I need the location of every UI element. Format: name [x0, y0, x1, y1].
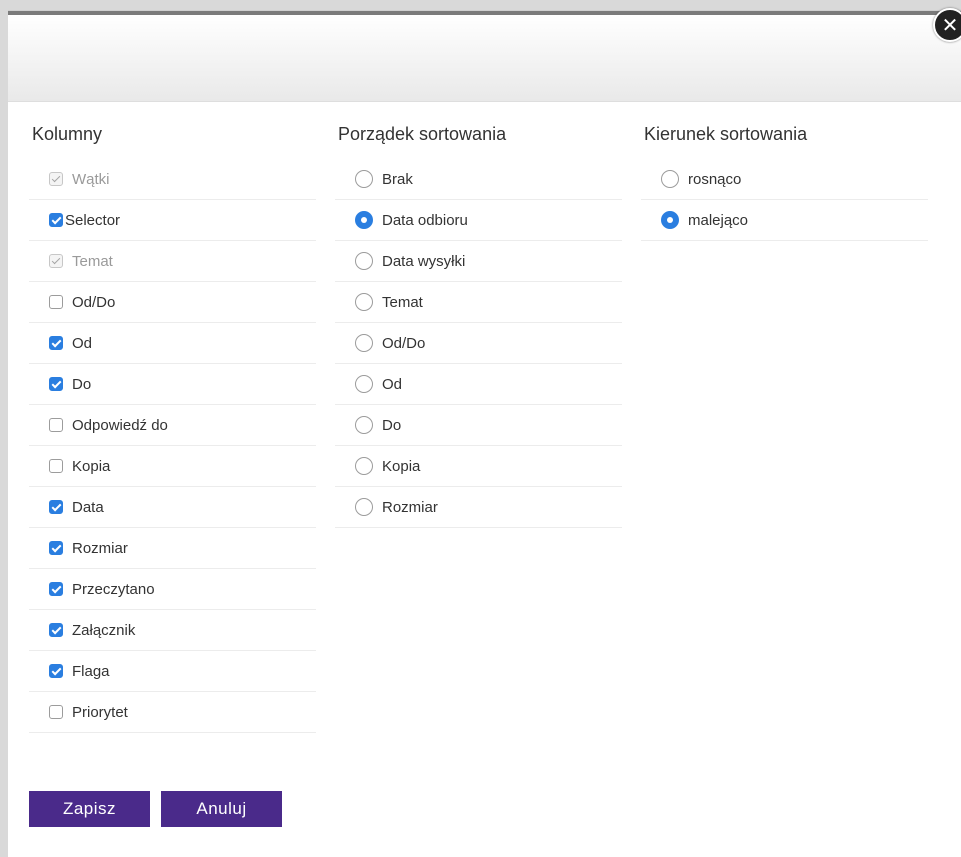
column-option-label: Od/Do [72, 293, 116, 311]
checkbox[interactable] [49, 541, 63, 555]
column-option-row[interactable]: Data [29, 487, 316, 528]
radio-button[interactable] [355, 498, 373, 516]
columns-section: Kolumny Wątki Selector Temat Od/Do Od Do Odpow… [29, 119, 316, 733]
sort-order-option-label: Brak [382, 170, 413, 188]
sort-direction-option[interactable]: malejąco [641, 200, 928, 241]
list-options-dialog: Kolumny Wątki Selector Temat Od/Do Od Do Odpow… [8, 10, 961, 857]
column-option-row[interactable]: Od [29, 323, 316, 364]
sort-order-list: Brak Data odbioru Data wysyłki Temat Od/Do Od… [335, 159, 622, 528]
column-option-label: Od [72, 334, 93, 352]
column-option-row[interactable]: Przeczytano [29, 569, 316, 610]
dialog-header [8, 15, 961, 102]
sort-order-option[interactable]: Rozmiar [335, 487, 622, 528]
sort-order-option[interactable]: Data wysyłki [335, 241, 622, 282]
sort-order-option-label: Od/Do [382, 334, 426, 352]
column-option-label: Data [72, 498, 104, 516]
radio-button[interactable] [355, 375, 373, 393]
cancel-button[interactable]: Anuluj [161, 791, 282, 827]
column-option-label: Wątki [72, 170, 110, 188]
sort-order-option[interactable]: Brak [335, 159, 622, 200]
column-option-row[interactable]: Załącznik [29, 610, 316, 651]
sort-order-option[interactable]: Temat [335, 282, 622, 323]
sort-order-option-label: Temat [382, 293, 423, 311]
radio-button[interactable] [355, 170, 373, 188]
checkbox[interactable] [49, 500, 63, 514]
column-option-row[interactable]: Od/Do [29, 282, 316, 323]
sort-order-option-label: Do [382, 416, 402, 434]
column-option-label: Do [72, 375, 92, 393]
radio-button[interactable] [355, 293, 373, 311]
column-option-label: Temat [72, 252, 113, 270]
sort-direction-option-label: malejąco [688, 211, 749, 229]
sort-order-section: Porządek sortowania Brak Data odbioru Data… [335, 119, 622, 528]
column-option-row[interactable]: Do [29, 364, 316, 405]
save-button[interactable]: Zapisz [29, 791, 150, 827]
sort-direction-list: rosnąco malejąco [641, 159, 928, 241]
column-option-label: Selector [65, 211, 121, 229]
checkbox [49, 254, 63, 268]
sort-direction-option-label: rosnąco [688, 170, 742, 188]
radio-button[interactable] [355, 211, 373, 229]
dialog-footer: Zapisz Anuluj [29, 791, 282, 827]
checkbox[interactable] [49, 705, 63, 719]
sort-direction-section: Kierunek sortowania rosnąco malejąco [641, 119, 928, 241]
column-option-row: Temat [29, 241, 316, 282]
sort-direction-title: Kierunek sortowania [644, 124, 808, 144]
sort-direction-option[interactable]: rosnąco [641, 159, 928, 200]
column-option-row[interactable]: Kopia [29, 446, 316, 487]
column-option-row[interactable]: Selector [29, 200, 316, 241]
checkbox[interactable] [49, 664, 63, 678]
column-option-row[interactable]: Priorytet [29, 692, 316, 733]
sort-order-option-label: Data odbioru [382, 211, 468, 229]
sort-order-option-label: Rozmiar [382, 498, 438, 516]
close-icon[interactable]: ✕ [933, 8, 961, 42]
checkbox[interactable] [49, 213, 63, 227]
column-option-label: Flaga [72, 662, 110, 680]
column-option-label: Załącznik [72, 621, 136, 639]
sort-order-option-label: Od [382, 375, 403, 393]
column-option-label: Priorytet [72, 703, 128, 721]
column-option-row[interactable]: Rozmiar [29, 528, 316, 569]
sort-order-option-label: Kopia [382, 457, 421, 475]
checkbox[interactable] [49, 295, 63, 309]
checkbox[interactable] [49, 336, 63, 350]
radio-button[interactable] [355, 416, 373, 434]
column-option-row[interactable]: Odpowiedź do [29, 405, 316, 446]
column-option-label: Odpowiedź do [72, 416, 168, 434]
sort-order-title: Porządek sortowania [338, 124, 507, 144]
sort-order-option[interactable]: Od/Do [335, 323, 622, 364]
checkbox[interactable] [49, 377, 63, 391]
column-option-label: Kopia [72, 457, 111, 475]
radio-button[interactable] [355, 457, 373, 475]
checkbox[interactable] [49, 623, 63, 637]
sort-order-option[interactable]: Kopia [335, 446, 622, 487]
radio-button[interactable] [355, 334, 373, 352]
columns-list: Wątki Selector Temat Od/Do Od Do Odpowiedź do K… [29, 159, 316, 733]
sort-order-option[interactable]: Data odbioru [335, 200, 622, 241]
checkbox[interactable] [49, 459, 63, 473]
radio-button[interactable] [661, 211, 679, 229]
checkbox [49, 172, 63, 186]
sort-order-option[interactable]: Do [335, 405, 622, 446]
checkbox[interactable] [49, 418, 63, 432]
radio-button[interactable] [661, 170, 679, 188]
columns-title: Kolumny [32, 124, 103, 144]
checkbox[interactable] [49, 582, 63, 596]
column-option-label: Rozmiar [72, 539, 128, 557]
column-option-row[interactable]: Flaga [29, 651, 316, 692]
column-option-label: Przeczytano [72, 580, 155, 598]
sort-order-option[interactable]: Od [335, 364, 622, 405]
column-option-row: Wątki [29, 159, 316, 200]
radio-button[interactable] [355, 252, 373, 270]
sort-order-option-label: Data wysyłki [382, 252, 466, 270]
